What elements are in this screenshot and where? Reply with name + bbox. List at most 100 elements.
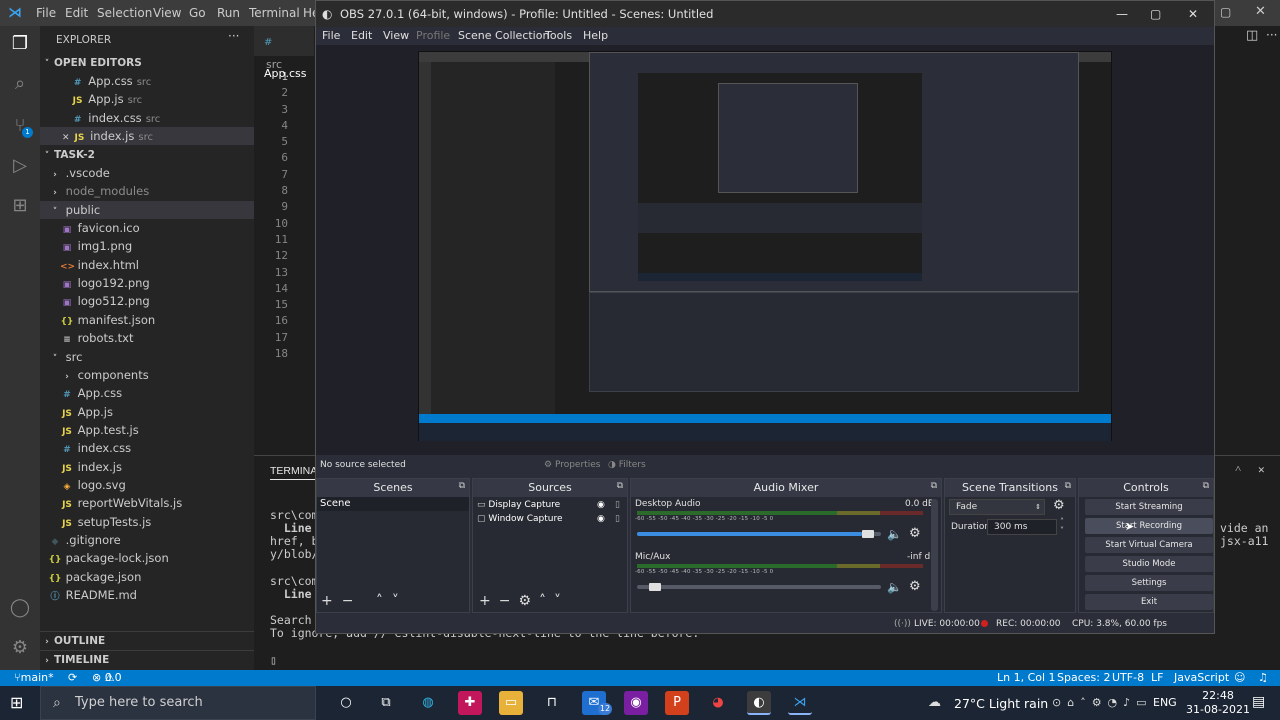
tree-file[interactable]: JS setupTests.js	[40, 513, 254, 531]
tree-file[interactable]: {} package-lock.json	[40, 549, 254, 567]
menu-go[interactable]: Go	[189, 6, 206, 20]
source-up-icon[interactable]: ˄	[539, 593, 554, 609]
timeline-header[interactable]: › TIMELINE	[40, 650, 254, 668]
store-icon[interactable]: ⊓	[540, 691, 564, 715]
source-item-window-capture[interactable]: ▢ Window Capture ◉ ▯	[477, 512, 625, 526]
obs-minimize-icon[interactable]: —	[1116, 1, 1128, 27]
more-actions-icon[interactable]: ···	[228, 29, 239, 43]
lock-icon[interactable]: ▯	[615, 498, 620, 512]
gift-app-icon[interactable]: ✚	[458, 691, 482, 715]
source-settings-icon[interactable]: ⚙	[518, 593, 539, 609]
status-encoding[interactable]: UTF-8	[1112, 670, 1144, 686]
tree-folder[interactable]: › components	[40, 366, 254, 384]
paint-icon[interactable]: ◉	[624, 691, 648, 715]
mic-volume-handle[interactable]	[649, 583, 661, 591]
feedback-icon[interactable]: ☺	[1234, 670, 1245, 686]
obs-menu-tools[interactable]: Tools	[545, 29, 572, 42]
scenes-undock-icon[interactable]: ⧉	[459, 481, 465, 491]
mixer-scrollbar[interactable]	[931, 499, 938, 611]
powerpoint-icon[interactable]: P	[665, 691, 689, 715]
settings-button[interactable]: Settings	[1085, 575, 1213, 591]
exit-button[interactable]: Exit	[1085, 594, 1213, 610]
properties-button[interactable]: ⚙ Properties	[544, 460, 600, 470]
search-icon[interactable]: ⌕	[8, 72, 32, 96]
desktop-audio-gear-icon[interactable]: ⚙	[909, 526, 921, 541]
mic-mute-icon[interactable]: 🔈	[887, 580, 902, 594]
scene-item[interactable]: Scene	[317, 497, 469, 511]
visibility-eye-icon[interactable]: ◉	[597, 512, 605, 526]
edge-icon[interactable]: ◍	[416, 691, 440, 715]
settings-gear-icon[interactable]: ⚙	[8, 636, 32, 660]
tray-icons[interactable]: ⊙⌂˄⚙◔♪▭	[1052, 696, 1153, 709]
account-icon[interactable]: ◯	[8, 596, 32, 620]
lock-icon[interactable]: ▯	[615, 512, 620, 526]
desktop-mute-icon[interactable]: 🔈	[887, 527, 902, 541]
tree-file[interactable]: JS reportWebVitals.js	[40, 494, 254, 512]
chrome-icon[interactable]: ◕	[706, 691, 730, 715]
project-header[interactable]: ˅ TASK-2	[40, 146, 254, 164]
clock-time[interactable]: 22:48	[1190, 689, 1246, 702]
outline-header[interactable]: › OUTLINE	[40, 631, 254, 649]
tree-file[interactable]: ▣ logo512.png	[40, 292, 254, 310]
desktop-volume-handle[interactable]	[862, 530, 874, 538]
tree-file[interactable]: # index.css	[40, 439, 254, 457]
tree-file[interactable]: ⓘ README.md	[40, 586, 254, 604]
file-explorer-icon[interactable]: ▭	[499, 691, 523, 715]
tree-file[interactable]: ▣ img1.png	[40, 237, 254, 255]
transition-select[interactable]: Fade ⇕	[949, 499, 1045, 515]
obs-close-icon[interactable]: ✕	[1188, 1, 1198, 27]
split-editor-icon[interactable]: ◫	[1246, 28, 1258, 43]
open-editor-item[interactable]: # index.css src	[40, 109, 254, 127]
run-debug-icon[interactable]: ▷	[8, 154, 32, 178]
status-eol[interactable]: LF	[1151, 670, 1163, 686]
filters-button[interactable]: ◑ Filters	[608, 460, 646, 470]
obs-menu-file[interactable]: File	[322, 29, 340, 42]
obs-menu-profile[interactable]: Profile	[416, 29, 450, 42]
remove-source-icon[interactable]: −	[499, 593, 519, 609]
tree-file[interactable]: JS App.test.js	[40, 421, 254, 439]
controls-undock-icon[interactable]: ⧉	[1203, 481, 1209, 491]
tree-file[interactable]: # App.css	[40, 384, 254, 402]
status-problems[interactable]: ⊗ 0 ⚠ 0	[92, 670, 122, 686]
start-recording-button[interactable]: Start Recording	[1085, 518, 1213, 534]
menu-view[interactable]: View	[153, 6, 181, 20]
cortana-icon[interactable]: ○	[334, 691, 358, 715]
add-source-icon[interactable]: +	[479, 593, 499, 609]
source-down-icon[interactable]: ˅	[554, 593, 569, 609]
menu-file[interactable]: File	[36, 6, 56, 20]
taskbar-search-input[interactable]: ⌕ Type here to search	[40, 686, 316, 720]
mixer-undock-icon[interactable]: ⧉	[931, 481, 937, 491]
action-center-icon[interactable]: ▤	[1252, 694, 1265, 710]
vscode-taskbar-icon[interactable]: ⋊	[788, 691, 812, 715]
status-spaces[interactable]: Spaces: 2	[1057, 670, 1110, 686]
close-editor-icon[interactable]	[62, 96, 71, 106]
sources-undock-icon[interactable]: ⧉	[617, 481, 623, 491]
menu-terminal[interactable]: Terminal	[249, 6, 300, 20]
obs-menu-edit[interactable]: Edit	[351, 29, 372, 42]
vscode-maximize-icon[interactable]: ▢	[1220, 5, 1231, 19]
vscode-close-icon[interactable]: ✕	[1255, 4, 1266, 19]
tree-file[interactable]: {} manifest.json	[40, 311, 254, 329]
tree-folder[interactable]: ˅ src	[40, 348, 254, 366]
mic-gear-icon[interactable]: ⚙	[909, 579, 921, 594]
sync-icon[interactable]: ⟳	[68, 670, 77, 686]
weather-text[interactable]: 27°C Light rain	[954, 696, 1048, 711]
obs-maximize-icon[interactable]: ▢	[1150, 1, 1161, 27]
weather-icon[interactable]: ☁	[928, 695, 941, 710]
transitions-undock-icon[interactable]: ⧉	[1065, 481, 1071, 491]
tree-file[interactable]: ≡ robots.txt	[40, 329, 254, 347]
close-editor-icon[interactable]: ✕	[62, 133, 72, 143]
open-editor-item[interactable]: # App.css src	[40, 72, 254, 90]
tab-app-css[interactable]: # App.css	[254, 26, 314, 80]
studio-mode-button[interactable]: Studio Mode	[1085, 556, 1213, 572]
editor-more-icon[interactable]: ···	[1266, 28, 1277, 42]
notifications-icon[interactable]: ♫	[1258, 670, 1268, 686]
add-scene-icon[interactable]: +	[321, 593, 342, 609]
visibility-eye-icon[interactable]: ◉	[597, 498, 605, 512]
remove-scene-icon[interactable]: −	[342, 593, 363, 609]
tree-file[interactable]: <> index.html	[40, 256, 254, 274]
maximize-panel-icon[interactable]: ˄	[1235, 462, 1241, 475]
tree-file[interactable]: JS App.js	[40, 403, 254, 421]
breadcrumb[interactable]: src	[266, 58, 282, 71]
tree-file[interactable]: {} package.json	[40, 568, 254, 586]
